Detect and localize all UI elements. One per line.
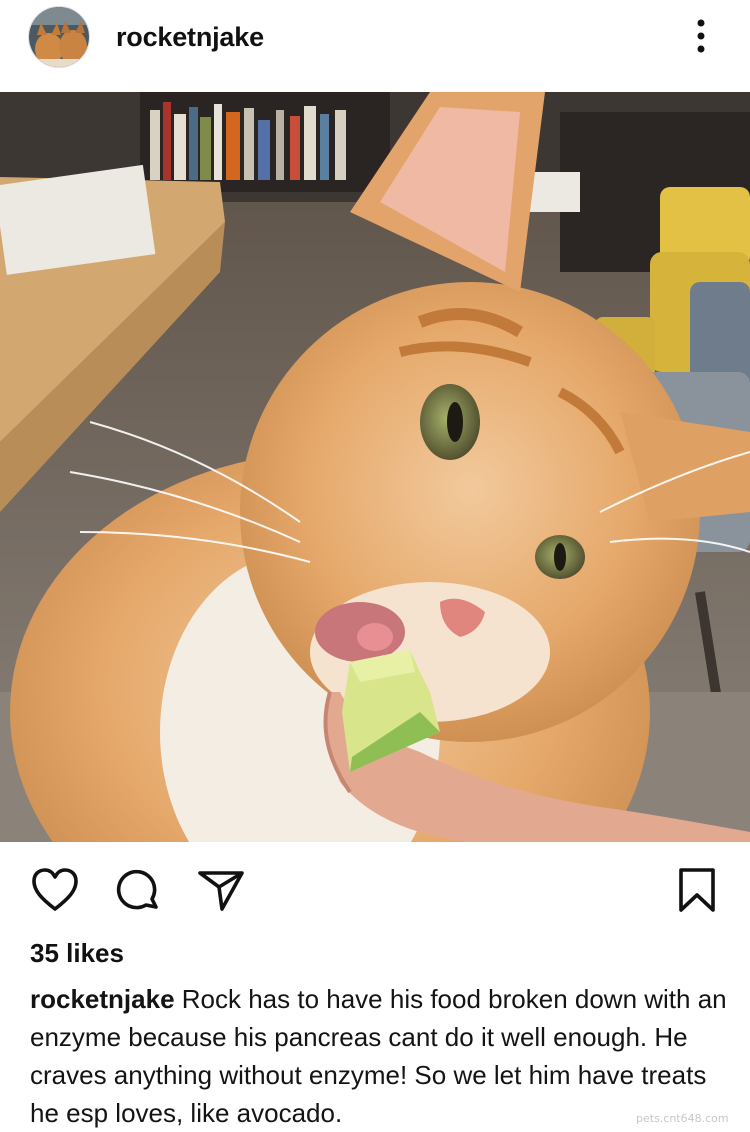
post-username[interactable]: rocketnjake: [116, 22, 264, 53]
heart-icon[interactable]: [30, 867, 80, 913]
action-bar: [0, 842, 750, 937]
post-header: rocketnjake: [0, 0, 750, 92]
avatar[interactable]: [28, 6, 90, 68]
more-options-icon[interactable]: [690, 18, 712, 56]
post-photo[interactable]: [0, 92, 750, 842]
watermark-text: pets.cnt648.com: [636, 1112, 729, 1125]
comment-icon[interactable]: [113, 867, 163, 913]
bookmark-icon[interactable]: [677, 867, 717, 913]
caption-username[interactable]: rocketnjake: [30, 984, 175, 1014]
post-caption: rocketnjake Rock has to have his food br…: [30, 980, 730, 1132]
share-icon[interactable]: [196, 867, 246, 913]
cat-eating-avocado-image: [0, 92, 750, 842]
avatar-image: [29, 7, 89, 67]
like-count[interactable]: 35 likes: [30, 938, 124, 969]
